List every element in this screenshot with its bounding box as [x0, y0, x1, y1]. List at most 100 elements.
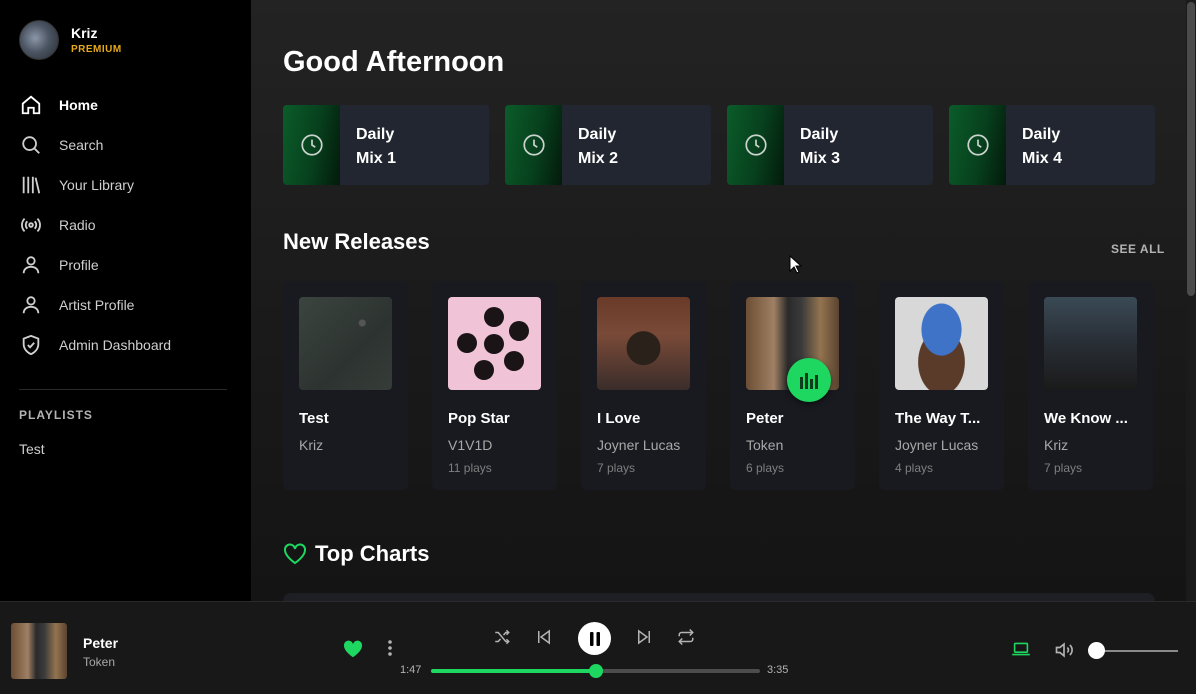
mix-thumbnail: [505, 105, 562, 185]
see-all-link[interactable]: SEE ALL: [1111, 242, 1165, 256]
more-options-button[interactable]: [386, 639, 394, 662]
daily-mix-card[interactable]: Daily Mix 4: [949, 105, 1155, 185]
clock-icon: [966, 134, 989, 156]
user-icon: [19, 293, 43, 317]
top-charts-heading: Top Charts: [283, 541, 429, 567]
player-bar: Peter Token 1:47 3:35: [0, 601, 1196, 694]
user-icon: [19, 253, 43, 277]
shuffle-button[interactable]: [493, 628, 511, 646]
repeat-icon: [678, 628, 694, 646]
release-artist: Joyner Lucas: [597, 437, 681, 453]
release-artist: Joyner Lucas: [895, 437, 979, 453]
mix-line-1: Daily: [800, 126, 839, 143]
daily-mix-card[interactable]: Daily Mix 3: [727, 105, 933, 185]
daily-mix-card[interactable]: Daily Mix 2: [505, 105, 711, 185]
release-card[interactable]: Pop Star V1V1D 11 plays: [432, 281, 557, 490]
playlist-item[interactable]: Test: [19, 441, 45, 457]
mix-line-2: Mix 1: [356, 150, 397, 167]
page-title: Good Afternoon: [283, 46, 505, 78]
progress-bar[interactable]: [431, 664, 760, 678]
nav-label: Search: [59, 137, 104, 153]
pause-icon: [589, 631, 600, 646]
play-count: 4 plays: [895, 461, 934, 475]
pause-button[interactable]: [578, 622, 611, 655]
mix-line-2: Mix 3: [800, 150, 841, 167]
mix-line-2: Mix 2: [578, 150, 619, 167]
release-title: Peter: [746, 410, 784, 427]
release-card[interactable]: I Love Joyner Lucas 7 plays: [581, 281, 706, 490]
nav-label: Artist Profile: [59, 297, 135, 313]
album-cover: [299, 297, 392, 390]
release-artist: Kriz: [299, 437, 324, 453]
release-card[interactable]: We Know ... Kriz 7 plays: [1028, 281, 1153, 490]
new-releases-title: New Releases: [283, 229, 430, 254]
more-vertical-icon: [388, 640, 392, 656]
like-button[interactable]: [343, 640, 363, 663]
nav-label: Your Library: [59, 177, 134, 193]
divider: [19, 389, 227, 390]
release-card[interactable]: Test Kriz: [283, 281, 408, 490]
playlists-heading: PLAYLISTS: [19, 408, 93, 422]
play-count: 7 plays: [597, 461, 636, 475]
release-title: I Love: [597, 410, 641, 427]
previous-button[interactable]: [535, 628, 553, 646]
mix-thumbnail: [727, 105, 784, 185]
now-playing-artist[interactable]: Token: [83, 655, 115, 669]
volume-icon: [1055, 642, 1073, 658]
play-count: 7 plays: [1044, 461, 1083, 475]
nav-item-home[interactable]: Home: [19, 85, 239, 125]
nav-item-profile[interactable]: Profile: [19, 245, 239, 285]
next-button[interactable]: [635, 628, 653, 646]
clock-icon: [300, 134, 323, 156]
main-content: Good Afternoon Daily Mix 1 Daily Mix 2 Dai…: [251, 0, 1196, 601]
now-playing-title[interactable]: Peter: [83, 635, 118, 651]
nav-item-admin-dashboard[interactable]: Admin Dashboard: [19, 325, 239, 365]
release-card[interactable]: The Way T... Joyner Lucas 4 plays: [879, 281, 1004, 490]
release-title: Pop Star: [448, 410, 510, 427]
skip-forward-icon: [638, 629, 650, 645]
sidebar: Kriz PREMIUM Home Search Your Library Ra…: [0, 0, 251, 601]
scrollbar[interactable]: [1186, 0, 1196, 601]
play-count: 6 plays: [746, 461, 785, 475]
volume-button[interactable]: [1054, 640, 1074, 665]
release-title: Test: [299, 410, 329, 427]
release-title: We Know ...: [1044, 410, 1128, 427]
release-card[interactable]: Peter Token 6 plays: [730, 281, 855, 490]
user-profile[interactable]: Kriz PREMIUM: [19, 20, 122, 60]
nav-item-artist-profile[interactable]: Artist Profile: [19, 285, 239, 325]
scrollbar-thumb[interactable]: [1187, 2, 1195, 296]
heart-icon: [284, 543, 306, 565]
avatar[interactable]: [19, 20, 59, 60]
devices-button[interactable]: [1011, 641, 1031, 662]
album-cover: [448, 297, 541, 390]
daily-mix-card[interactable]: Daily Mix 1: [283, 105, 489, 185]
top-charts-title: Top Charts: [315, 541, 430, 566]
mix-line-1: Daily: [356, 126, 395, 143]
volume-handle[interactable]: [1088, 642, 1105, 659]
now-playing-badge[interactable]: [787, 358, 831, 402]
clock-icon: [744, 134, 767, 156]
top-charts-panel: [283, 593, 1155, 601]
progress-handle[interactable]: [588, 664, 603, 678]
nav-item-search[interactable]: Search: [19, 125, 239, 165]
premium-badge: PREMIUM: [71, 44, 122, 55]
library-icon: [19, 173, 43, 197]
nav-item-radio[interactable]: Radio: [19, 205, 239, 245]
release-artist: Kriz: [1044, 437, 1069, 453]
laptop-icon: [1012, 642, 1030, 656]
album-cover: [1044, 297, 1137, 390]
release-artist: Token: [746, 437, 784, 453]
nav-label: Radio: [59, 217, 96, 233]
radio-icon: [19, 213, 43, 237]
nav-label: Admin Dashboard: [59, 337, 172, 353]
daily-mixes: Daily Mix 1 Daily Mix 2 Daily Mix 3 Daily Mi…: [283, 105, 1171, 185]
now-playing-cover[interactable]: [11, 623, 67, 679]
nav-label: Profile: [59, 257, 99, 273]
release-title: The Way T...: [895, 410, 981, 427]
current-time: 1:47: [400, 664, 422, 676]
nav-item-library[interactable]: Your Library: [19, 165, 239, 205]
repeat-button[interactable]: [677, 628, 695, 646]
user-name: Kriz: [71, 25, 98, 41]
main-nav: Home Search Your Library Radio Profile A…: [19, 85, 239, 365]
new-releases-list: Test Kriz Pop Star V1V1D 11 plays I Love…: [283, 281, 1177, 490]
